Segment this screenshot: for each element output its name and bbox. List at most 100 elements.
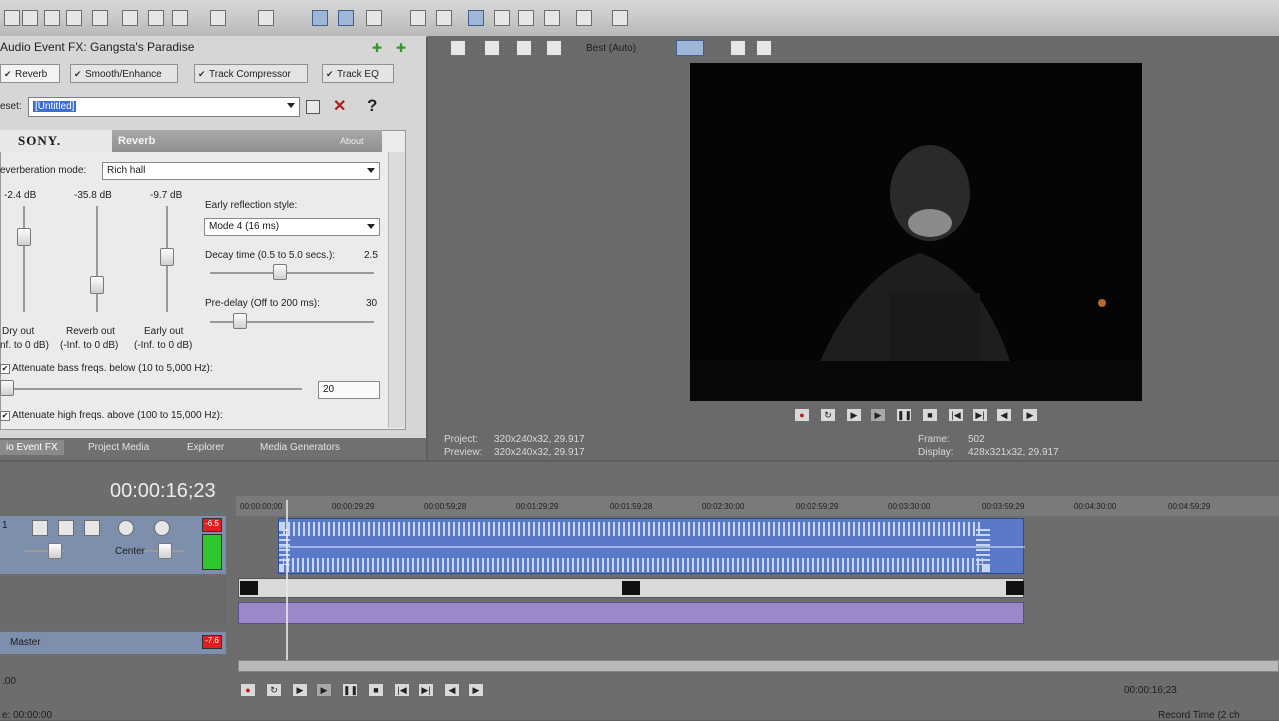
next-frame-button[interactable]: ▶	[1022, 408, 1038, 422]
track-motion-icon[interactable]	[84, 520, 100, 536]
waveform	[276, 522, 1025, 572]
ruler-label: 00:02:30:00	[702, 502, 745, 511]
about-button[interactable]: About	[340, 136, 364, 146]
properties-icon[interactable]	[66, 10, 82, 26]
timeline-stop-button[interactable]: ■	[368, 683, 384, 697]
preview-quality-dropdown[interactable]: Best (Auto)	[586, 43, 636, 54]
timeline-go-to-start-button[interactable]: |◀	[394, 683, 410, 697]
reverb-out-slider[interactable]	[90, 276, 104, 295]
normal-edit-tool-icon[interactable]	[468, 10, 484, 26]
audio-clip-gangstas-paradise[interactable]	[276, 518, 1025, 574]
track-header-video[interactable]	[0, 576, 226, 600]
paste-icon[interactable]	[172, 10, 188, 26]
fx-icon[interactable]	[516, 40, 532, 56]
preview-properties-icon[interactable]	[450, 40, 466, 56]
lock-envelopes-icon[interactable]	[410, 10, 426, 26]
save-preset-icon[interactable]	[306, 100, 320, 114]
attenuate-bass-checkbox[interactable]: ✔	[0, 364, 10, 374]
main-toolbar	[0, 0, 1279, 37]
ripple-edit-icon[interactable]	[366, 10, 382, 26]
timeline-pause-button[interactable]: ❚❚	[342, 683, 358, 697]
plugin-chain-icon[interactable]: ✚	[372, 42, 386, 54]
pre-delay-slider[interactable]	[232, 313, 247, 329]
stop-button[interactable]: ■	[922, 408, 938, 422]
help-icon[interactable]: ?	[367, 96, 377, 116]
go-to-end-button[interactable]: ▶|	[972, 408, 988, 422]
bass-freq-input[interactable]: 20	[318, 381, 380, 399]
undo-icon[interactable]	[210, 10, 226, 26]
tab-project-media[interactable]: Project Media	[88, 442, 149, 453]
online-icon[interactable]	[576, 10, 592, 26]
playhead-cursor[interactable]	[286, 500, 288, 662]
mute-icon[interactable]	[32, 520, 48, 536]
record-button[interactable]: ●	[794, 408, 810, 422]
dry-out-slider[interactable]	[17, 228, 31, 246]
play-button[interactable]: ▶	[870, 408, 886, 422]
fx-chain-tab-reverb[interactable]: Reverb	[0, 64, 60, 84]
fx-chain-tab-smooth-enhance[interactable]: Smooth/Enhance	[70, 64, 178, 84]
timeline-previous-frame-button[interactable]: ◀	[444, 683, 460, 697]
attenuate-bass-label: Attenuate bass freqs. below (10 to 5,000…	[12, 363, 213, 374]
fx-chain-tab-track-eq[interactable]: Track EQ	[322, 64, 394, 84]
audio-clip-video-sound[interactable]	[238, 602, 1024, 624]
timeline-next-frame-button[interactable]: ▶	[468, 683, 484, 697]
frame-label: Frame:	[918, 434, 950, 445]
copy-snapshot-icon[interactable]	[730, 40, 746, 56]
save-icon[interactable]	[44, 10, 60, 26]
timeline-play-from-start-button[interactable]: ▶	[292, 683, 308, 697]
render-icon[interactable]	[92, 10, 108, 26]
early-reflection-dropdown[interactable]: Mode 4 (16 ms)	[204, 218, 380, 236]
copy-icon[interactable]	[148, 10, 164, 26]
plugin-scrollbar[interactable]	[388, 152, 405, 428]
pan-slider[interactable]	[158, 543, 172, 559]
track-header-audio-2[interactable]	[0, 600, 226, 624]
timeline-loop-button[interactable]: ↻	[266, 683, 282, 697]
play-from-start-button[interactable]: ▶	[846, 408, 862, 422]
tab-media-generators[interactable]: Media Generators	[260, 442, 340, 453]
remove-plugin-icon[interactable]: ✚	[396, 42, 410, 54]
timeline-play-button[interactable]: ▶	[316, 683, 332, 697]
time-ruler[interactable]	[236, 496, 1279, 516]
envelope-tool-icon[interactable]	[494, 10, 510, 26]
zoom-tool-icon[interactable]	[544, 10, 560, 26]
go-to-start-button[interactable]: |◀	[948, 408, 964, 422]
early-out-slider[interactable]	[160, 248, 174, 267]
bass-freq-slider[interactable]	[0, 380, 14, 396]
enable-snapping-icon[interactable]	[312, 10, 328, 26]
ruler-label: 00:02:59;29	[796, 502, 839, 511]
loop-playback-button[interactable]: ↻	[820, 408, 836, 422]
decay-time-slider[interactable]	[273, 264, 287, 280]
redo-icon[interactable]	[258, 10, 274, 26]
help-icon[interactable]	[612, 10, 628, 26]
split-screen-icon[interactable]	[546, 40, 562, 56]
delete-preset-icon[interactable]: ✕	[333, 96, 346, 116]
solo-icon[interactable]	[154, 520, 170, 536]
selection-tool-icon[interactable]	[518, 10, 534, 26]
save-snapshot-icon[interactable]	[756, 40, 772, 56]
audio-level-meter	[202, 534, 222, 570]
dry-out-range: nf. to 0 dB)	[0, 340, 49, 351]
timeline-record-button[interactable]: ●	[240, 683, 256, 697]
tab-audio-event-fx[interactable]: io Event FX	[0, 440, 64, 455]
track-number: 1	[2, 520, 8, 531]
attenuate-high-checkbox[interactable]: ✔	[0, 411, 10, 421]
track-fx-icon[interactable]	[58, 520, 74, 536]
previous-frame-button[interactable]: ◀	[996, 408, 1012, 422]
arm-record-icon[interactable]	[118, 520, 134, 536]
timeline-scrollbar[interactable]	[238, 660, 1279, 672]
overlays-icon[interactable]	[676, 40, 704, 56]
new-project-icon[interactable]	[4, 10, 20, 26]
preset-dropdown[interactable]: [Untitled]	[28, 97, 300, 117]
early-reflection-value: Mode 4 (16 ms)	[209, 221, 280, 232]
timeline-go-to-end-button[interactable]: ▶|	[418, 683, 434, 697]
auto-crossfade-icon[interactable]	[338, 10, 354, 26]
open-icon[interactable]	[22, 10, 38, 26]
ignore-grouping-icon[interactable]	[436, 10, 452, 26]
volume-slider[interactable]	[48, 543, 62, 559]
fx-chain-tab-track-compressor[interactable]: Track Compressor	[194, 64, 308, 84]
tab-explorer[interactable]: Explorer	[187, 442, 224, 453]
reverb-mode-dropdown[interactable]: Rich hall	[102, 162, 380, 180]
external-monitor-icon[interactable]	[484, 40, 500, 56]
pause-button[interactable]: ❚❚	[896, 408, 912, 422]
cut-icon[interactable]	[122, 10, 138, 26]
